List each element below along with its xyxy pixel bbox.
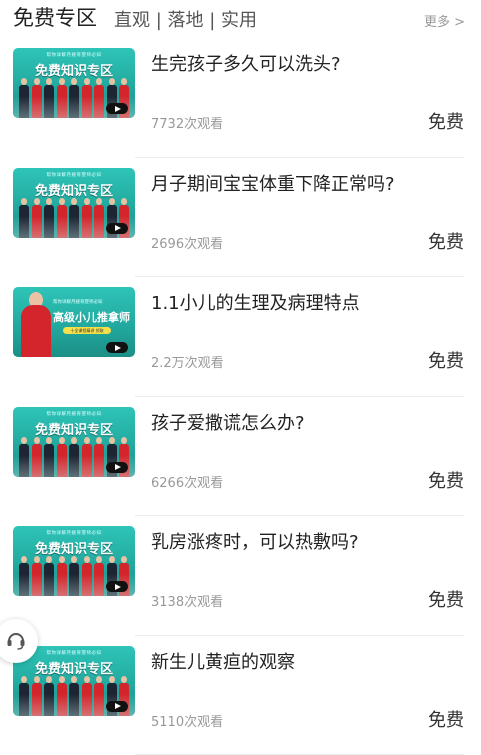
price-label: 免费: [428, 467, 464, 493]
course-title[interactable]: 月子期间宝宝体重下降正常吗?: [151, 170, 395, 196]
video-thumbnail[interactable]: 帮你详解月嫂育婴师必知 免费知识专区: [13, 48, 135, 118]
play-icon[interactable]: [106, 462, 128, 473]
play-icon[interactable]: [106, 701, 128, 712]
list-item[interactable]: 帮你详解月嫂育婴师必知 免费知识专区 新生儿黄疸的观察 5110次观看 免费: [0, 636, 481, 755]
thumbnail-title: 高级小儿推拿师: [53, 309, 131, 325]
thumbnail-pill: 十全课程精讲 领取: [63, 327, 111, 334]
course-title[interactable]: 新生儿黄疸的观察: [151, 648, 295, 674]
list-item[interactable]: 帮你详解月嫂育婴师必知 高级小儿推拿师 十全课程精讲 领取 1.1小儿的生理及病…: [0, 277, 481, 397]
view-count: 7732次观看: [151, 113, 223, 132]
section-title: 免费专区: [13, 2, 97, 32]
play-icon[interactable]: [106, 103, 128, 114]
video-thumbnail[interactable]: 帮你详解月嫂育婴师必知 高级小儿推拿师 十全课程精讲 领取: [13, 287, 135, 357]
thumbnail-subtitle: 帮你详解月嫂育婴师必知: [13, 411, 135, 417]
course-title[interactable]: 孩子爱撒谎怎么办?: [151, 409, 305, 435]
list-item[interactable]: 帮你详解月嫂育婴师必知 免费知识专区 孩子爱撒谎怎么办? 6266次观看 免费: [0, 397, 481, 517]
play-icon[interactable]: [106, 581, 128, 592]
view-count: 3138次观看: [151, 591, 223, 610]
thumbnail-subtitle: 帮你详解月嫂育婴师必知: [13, 172, 135, 178]
video-thumbnail[interactable]: 帮你详解月嫂育婴师必知 免费知识专区: [13, 168, 135, 238]
price-label: 免费: [428, 706, 464, 732]
thumbnail-subtitle: 帮你详解月嫂育婴师必知: [53, 299, 131, 305]
thumbnail-subtitle: 帮你详解月嫂育婴师必知: [13, 530, 135, 536]
video-thumbnail[interactable]: 帮你详解月嫂育婴师必知 免费知识专区: [13, 407, 135, 477]
course-list: 帮你详解月嫂育婴师必知 免费知识专区 生完孩子多久可以洗头? 7732次观看 免…: [0, 38, 481, 755]
course-title[interactable]: 生完孩子多久可以洗头?: [151, 50, 341, 76]
price-label: 免费: [428, 586, 464, 612]
video-thumbnail[interactable]: 帮你详解月嫂育婴师必知 免费知识专区: [13, 526, 135, 596]
view-count: 2696次观看: [151, 233, 223, 252]
list-item[interactable]: 帮你详解月嫂育婴师必知 免费知识专区 生完孩子多久可以洗头? 7732次观看 免…: [0, 38, 481, 158]
more-link[interactable]: 更多 >: [424, 11, 465, 30]
view-count: 6266次观看: [151, 472, 223, 491]
thumbnail-subtitle: 帮你详解月嫂育婴师必知: [13, 52, 135, 58]
play-icon[interactable]: [106, 342, 128, 353]
section-tagline: 直观 | 落地 | 实用: [114, 6, 257, 32]
customer-service-icon: [5, 630, 27, 652]
course-title[interactable]: 乳房涨疼时，可以热敷吗?: [151, 528, 359, 554]
section-header: 免费专区 直观 | 落地 | 实用 更多 >: [0, 0, 481, 36]
view-count: 5110次观看: [151, 711, 223, 730]
price-label: 免费: [428, 228, 464, 254]
price-label: 免费: [428, 108, 464, 134]
course-title[interactable]: 1.1小儿的生理及病理特点: [151, 289, 360, 315]
price-label: 免费: [428, 347, 464, 373]
list-item[interactable]: 帮你详解月嫂育婴师必知 免费知识专区 月子期间宝宝体重下降正常吗? 2696次观…: [0, 158, 481, 278]
play-icon[interactable]: [106, 223, 128, 234]
view-count: 2.2万次观看: [151, 352, 224, 371]
list-item[interactable]: 帮你详解月嫂育婴师必知 免费知识专区 乳房涨疼时，可以热敷吗? 3138次观看 …: [0, 516, 481, 636]
